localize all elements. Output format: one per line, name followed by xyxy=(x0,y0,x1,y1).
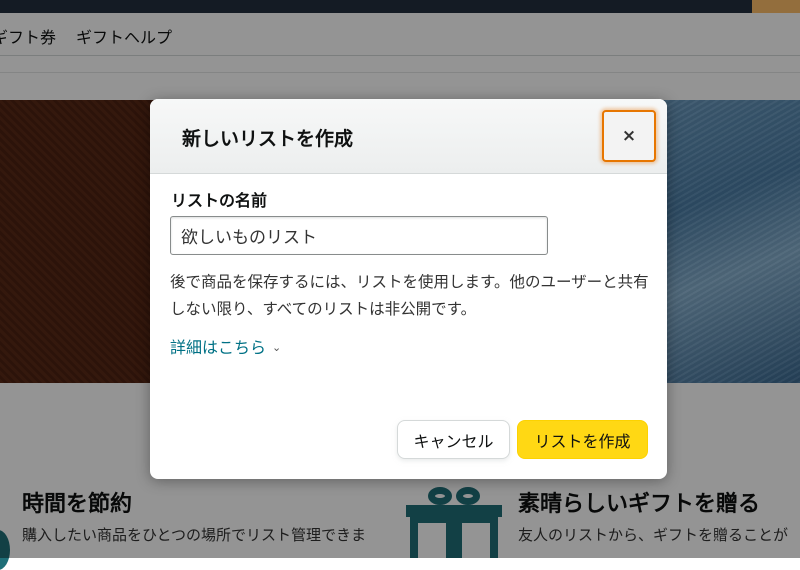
chevron-down-icon: ⌄ xyxy=(272,341,282,354)
list-name-label: リストの名前 xyxy=(171,191,268,210)
create-list-dialog: 新しいリストを作成 × リストの名前 後で商品を保存するには、リストを使用します… xyxy=(150,99,667,479)
close-button[interactable]: × xyxy=(602,110,656,162)
create-list-button[interactable]: リストを作成 xyxy=(517,420,648,459)
help-text: 後で商品を保存するには、リストを使用します。他のユーザーと共有しない限り、すべて… xyxy=(170,273,649,318)
cancel-button[interactable]: キャンセル xyxy=(397,420,510,459)
details-link-label: 詳細はこちら xyxy=(170,338,267,357)
list-name-input[interactable] xyxy=(170,216,548,255)
close-icon: × xyxy=(621,125,637,146)
dialog-header: 新しいリストを作成 × xyxy=(150,99,667,174)
dialog-title: 新しいリストを作成 xyxy=(182,128,354,150)
details-link[interactable]: 詳細はこちら ⌄ xyxy=(170,334,281,358)
